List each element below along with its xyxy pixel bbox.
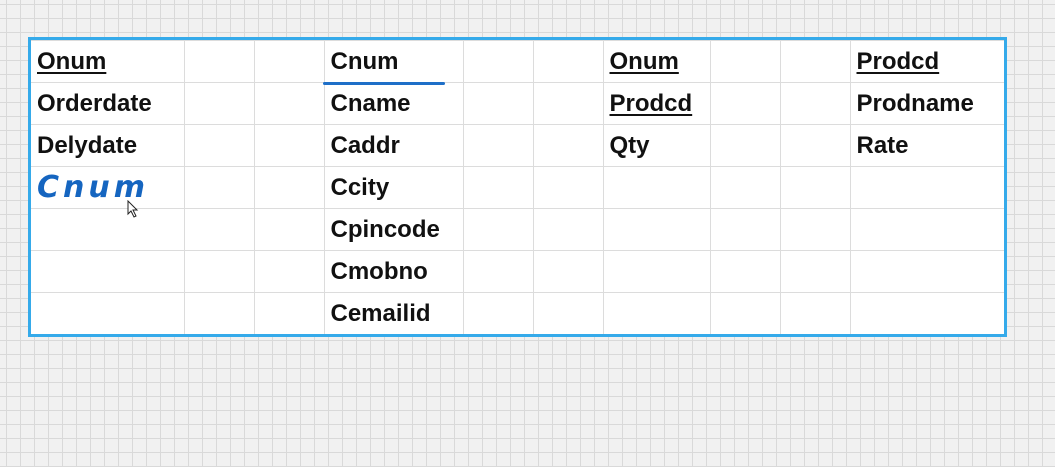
cell[interactable]	[849, 250, 1004, 293]
schema-grid: Onum Cnum Onum Prodcd Orderdate Cname Prodcd Pr…	[31, 40, 1004, 334]
cell[interactable]: Caddr	[323, 124, 464, 167]
field-name: Cemailid	[330, 299, 431, 327]
field-name: Onum	[37, 47, 107, 75]
table-row: Onum Cnum Onum Prodcd	[31, 40, 1004, 83]
cell[interactable]	[253, 250, 325, 293]
field-name: Delydate	[37, 131, 138, 159]
cell[interactable]	[532, 124, 604, 167]
cell[interactable]	[532, 292, 604, 334]
field-name: Cname	[330, 89, 411, 117]
table-row: Cmobno	[31, 250, 1004, 293]
cell[interactable]	[183, 208, 255, 251]
cell[interactable]	[532, 208, 604, 251]
cell[interactable]	[779, 250, 851, 293]
cell[interactable]: Cmobno	[323, 250, 464, 293]
cell[interactable]: Prodname	[849, 82, 1004, 125]
cell[interactable]: Onum	[31, 40, 185, 83]
cell[interactable]	[462, 40, 534, 83]
cell[interactable]	[532, 250, 604, 293]
cell[interactable]	[462, 82, 534, 125]
cell[interactable]	[779, 40, 851, 83]
cell[interactable]	[183, 124, 255, 167]
cell[interactable]	[183, 250, 255, 293]
table-row: Cpincode	[31, 208, 1004, 251]
cell[interactable]	[779, 292, 851, 334]
cell[interactable]	[183, 82, 255, 125]
cell[interactable]	[602, 208, 711, 251]
field-name: Cpincode	[330, 215, 440, 243]
field-name: Prodcd	[609, 89, 693, 117]
cell[interactable]	[462, 208, 534, 251]
cell[interactable]: Rate	[849, 124, 1004, 167]
field-name: Caddr	[330, 131, 400, 159]
mouse-cursor-icon	[127, 200, 139, 218]
field-name: Prodcd	[856, 47, 940, 75]
cell[interactable]	[462, 166, 534, 209]
cell[interactable]	[779, 82, 851, 125]
cell[interactable]	[709, 208, 781, 251]
cell[interactable]	[709, 82, 781, 125]
cell[interactable]	[253, 208, 325, 251]
cell[interactable]	[462, 250, 534, 293]
cell[interactable]	[253, 292, 325, 334]
cell[interactable]: Cnum	[323, 40, 464, 83]
field-name: Qty	[609, 131, 650, 159]
cell[interactable]: Onum	[602, 40, 711, 83]
cell[interactable]	[183, 40, 255, 83]
cell[interactable]	[31, 250, 185, 293]
cell[interactable]	[532, 82, 604, 125]
cell[interactable]	[183, 292, 255, 334]
cell[interactable]	[849, 292, 1004, 334]
field-name: Prodname	[856, 89, 974, 117]
field-name: Orderdate	[37, 89, 152, 117]
cell[interactable]	[602, 250, 711, 293]
cell[interactable]: Qty	[602, 124, 711, 167]
cell[interactable]	[709, 124, 781, 167]
cell[interactable]	[253, 124, 325, 167]
cell[interactable]	[779, 166, 851, 209]
table-row: Orderdate Cname Prodcd Prodname	[31, 82, 1004, 125]
cell[interactable]	[602, 166, 711, 209]
cell[interactable]	[709, 166, 781, 209]
table-row: Delydate Caddr Qty Rate	[31, 124, 1004, 167]
cell[interactable]	[462, 292, 534, 334]
cell[interactable]: Delydate	[31, 124, 185, 167]
cell[interactable]	[253, 40, 325, 83]
field-name: Onum	[609, 47, 679, 75]
field-name: Cmobno	[330, 257, 428, 285]
cell[interactable]	[709, 292, 781, 334]
ink-underline-annotation	[323, 82, 445, 85]
cell[interactable]	[532, 166, 604, 209]
cell[interactable]: Prodcd	[849, 40, 1004, 83]
cell[interactable]	[253, 82, 325, 125]
cell[interactable]	[253, 166, 325, 209]
cell[interactable]	[532, 40, 604, 83]
cell[interactable]	[462, 124, 534, 167]
cell[interactable]: Cemailid	[323, 292, 464, 334]
cell[interactable]	[849, 166, 1004, 209]
cell[interactable]: Cpincode	[323, 208, 464, 251]
field-name: Rate	[856, 131, 909, 159]
spreadsheet-table: Onum Cnum Onum Prodcd Orderdate Cname Prodcd Pr…	[28, 37, 1007, 337]
table-row: Cnum Ccity	[31, 166, 1004, 209]
cell[interactable]	[709, 40, 781, 83]
cell[interactable]	[602, 292, 711, 334]
table-row: Cemailid	[31, 292, 1004, 334]
cell[interactable]	[31, 208, 185, 251]
cell[interactable]	[779, 124, 851, 167]
field-name: Ccity	[330, 173, 390, 201]
cell[interactable]: Prodcd	[602, 82, 711, 125]
cell[interactable]	[849, 208, 1004, 251]
cell[interactable]: Orderdate	[31, 82, 185, 125]
cell[interactable]: Cname	[323, 82, 464, 125]
cell[interactable]	[779, 208, 851, 251]
cell[interactable]	[709, 250, 781, 293]
cell[interactable]: Ccity	[323, 166, 464, 209]
cell[interactable]: Cnum	[31, 166, 185, 209]
cell[interactable]	[183, 166, 255, 209]
field-name: Cnum	[330, 47, 399, 75]
cell[interactable]	[31, 292, 185, 334]
